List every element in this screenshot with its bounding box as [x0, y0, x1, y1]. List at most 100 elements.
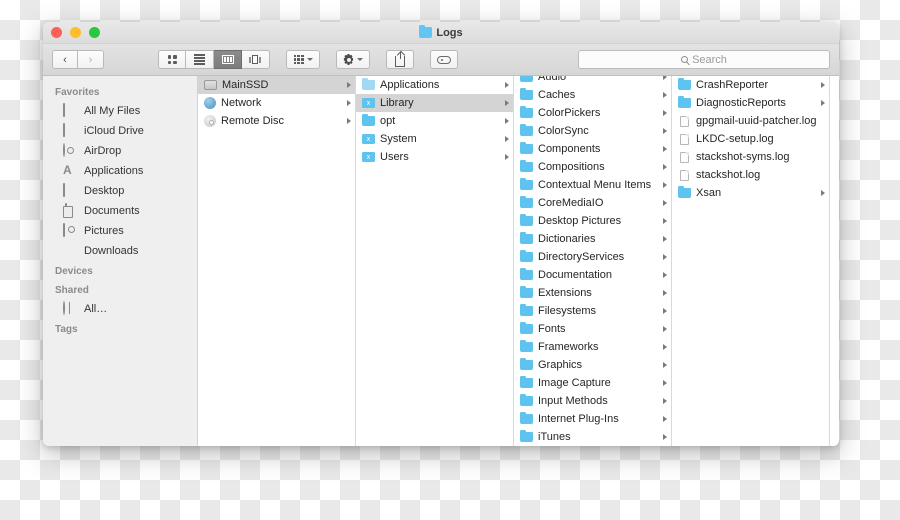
- column-item[interactable]: Applications: [356, 76, 513, 94]
- column-item[interactable]: stackshot-syms.log: [672, 148, 829, 166]
- document-icon: [680, 115, 689, 127]
- column-item[interactable]: gpgmail-uuid-patcher.log: [672, 112, 829, 130]
- document-icon: [680, 169, 689, 181]
- column-item[interactable]: Audio: [514, 76, 671, 86]
- sidebar-item-desktop[interactable]: Desktop: [43, 181, 197, 201]
- forward-button[interactable]: ›: [78, 50, 104, 69]
- column-item[interactable]: Input Methods: [514, 392, 671, 410]
- column-item[interactable]: Graphics: [514, 356, 671, 374]
- sidebar-item-icloud-drive[interactable]: iCloud Drive: [43, 121, 197, 141]
- column-item-label: Fonts: [538, 323, 566, 335]
- column-item-label: stackshot-syms.log: [696, 151, 790, 163]
- share-button[interactable]: [386, 50, 414, 69]
- sidebar-item-applications[interactable]: A Applications: [43, 161, 197, 181]
- sidebar-item-documents[interactable]: Documents: [43, 201, 197, 221]
- list-icon: [194, 54, 205, 65]
- folder-icon: [520, 268, 533, 280]
- column-item[interactable]: Extensions: [514, 284, 671, 302]
- column-item[interactable]: x Users: [356, 148, 513, 166]
- column-item[interactable]: Desktop Pictures: [514, 212, 671, 230]
- column-item[interactable]: LKDC-setup.log: [672, 130, 829, 148]
- column-item[interactable]: Image Capture: [514, 374, 671, 392]
- column-item[interactable]: Compositions: [514, 158, 671, 176]
- column-item[interactable]: Internet Plug-Ins: [514, 410, 671, 428]
- chevron-right-icon: [821, 82, 825, 88]
- column-item[interactable]: ColorSync: [514, 122, 671, 140]
- airdrop-icon: [63, 143, 77, 158]
- column-item-label: ColorPickers: [538, 107, 601, 119]
- search-input[interactable]: Search: [578, 50, 830, 69]
- zoom-button[interactable]: [89, 27, 100, 38]
- column-item-label: Extensions: [538, 287, 592, 299]
- back-button[interactable]: ‹: [52, 50, 78, 69]
- action-button[interactable]: [336, 50, 370, 69]
- column-item[interactable]: DirectoryServices: [514, 248, 671, 266]
- document-icon: [680, 133, 689, 145]
- column-item[interactable]: Dictionaries: [514, 230, 671, 248]
- column-item[interactable]: Remote Disc: [198, 112, 355, 130]
- column-item-label: opt: [380, 115, 396, 127]
- column-item[interactable]: Contextual Menu Items: [514, 176, 671, 194]
- coverflow-view-button[interactable]: [242, 50, 270, 69]
- arrange-grid-icon: [293, 55, 304, 64]
- search-icon: [681, 56, 689, 63]
- chevron-right-icon: [663, 182, 667, 188]
- column-item[interactable]: stackshot.log: [672, 166, 829, 184]
- column-item-label: iTunes: [538, 431, 571, 443]
- sidebar-item-airdrop[interactable]: AirDrop: [43, 141, 197, 161]
- sidebar-item-label: Applications: [84, 165, 144, 177]
- column-devices: MainSSD Network Remote Disc: [198, 76, 356, 446]
- column-item-label: Compositions: [538, 161, 605, 173]
- column-item-label: Graphics: [538, 359, 583, 371]
- column-item[interactable]: Xsan: [672, 184, 829, 202]
- column-item[interactable]: x Library: [356, 94, 513, 112]
- folder-icon: [678, 78, 691, 90]
- column-item[interactable]: Documentation: [514, 266, 671, 284]
- window-title-label: Logs: [436, 26, 463, 39]
- sidebar-item-pictures[interactable]: Pictures: [43, 221, 197, 241]
- column-item[interactable]: Network: [198, 94, 355, 112]
- sidebar-item-downloads[interactable]: Downloads: [43, 241, 197, 261]
- system-folder-icon: x: [362, 134, 375, 144]
- icon-view-button[interactable]: [158, 50, 186, 69]
- sidebar-item-all[interactable]: All…: [43, 299, 197, 319]
- column-item[interactable]: Caches: [514, 86, 671, 104]
- column-item[interactable]: Fonts: [514, 320, 671, 338]
- column-item-label: Components: [538, 143, 601, 155]
- column-item-label: System: [380, 133, 417, 145]
- column-item[interactable]: Filesystems: [514, 302, 671, 320]
- folder-icon: [520, 76, 533, 82]
- column-item[interactable]: opt: [356, 112, 513, 130]
- column-view-button[interactable]: [214, 50, 242, 69]
- column-browser: MainSSD Network Remote Disc Applications x Li…: [198, 76, 839, 446]
- close-button[interactable]: [51, 27, 62, 38]
- column-item[interactable]: DiagnosticReports: [672, 94, 829, 112]
- column-item-label: CoreMediaIO: [538, 197, 604, 209]
- folder-icon: [520, 376, 533, 388]
- column-item-label: Dictionaries: [538, 233, 596, 245]
- folder-icon: [520, 106, 533, 118]
- folder-icon: [520, 124, 533, 136]
- sidebar-item-all-my-files[interactable]: All My Files: [43, 101, 197, 121]
- column-item[interactable]: iTunes: [514, 428, 671, 446]
- chevron-right-icon: [505, 154, 509, 160]
- folder-icon: [678, 186, 691, 198]
- window-body: Favorites All My Files iCloud Drive AirDrop…: [43, 76, 839, 446]
- column-item[interactable]: x System: [356, 130, 513, 148]
- chevron-right-icon: [347, 82, 351, 88]
- column-item[interactable]: CrashReporter: [672, 76, 829, 94]
- column-item[interactable]: Components: [514, 140, 671, 158]
- sidebar: Favorites All My Files iCloud Drive AirDrop…: [43, 76, 198, 446]
- column-item-label: Users: [380, 151, 409, 163]
- column-item[interactable]: MainSSD: [198, 76, 355, 94]
- folder-icon: [520, 394, 533, 406]
- list-view-button[interactable]: [186, 50, 214, 69]
- tag-button[interactable]: [430, 50, 458, 69]
- chevron-right-icon: [347, 100, 351, 106]
- chevron-right-icon: [663, 128, 667, 134]
- column-item[interactable]: Frameworks: [514, 338, 671, 356]
- column-item[interactable]: ColorPickers: [514, 104, 671, 122]
- arrange-button[interactable]: [286, 50, 320, 69]
- minimize-button[interactable]: [70, 27, 81, 38]
- column-item[interactable]: CoreMediaIO: [514, 194, 671, 212]
